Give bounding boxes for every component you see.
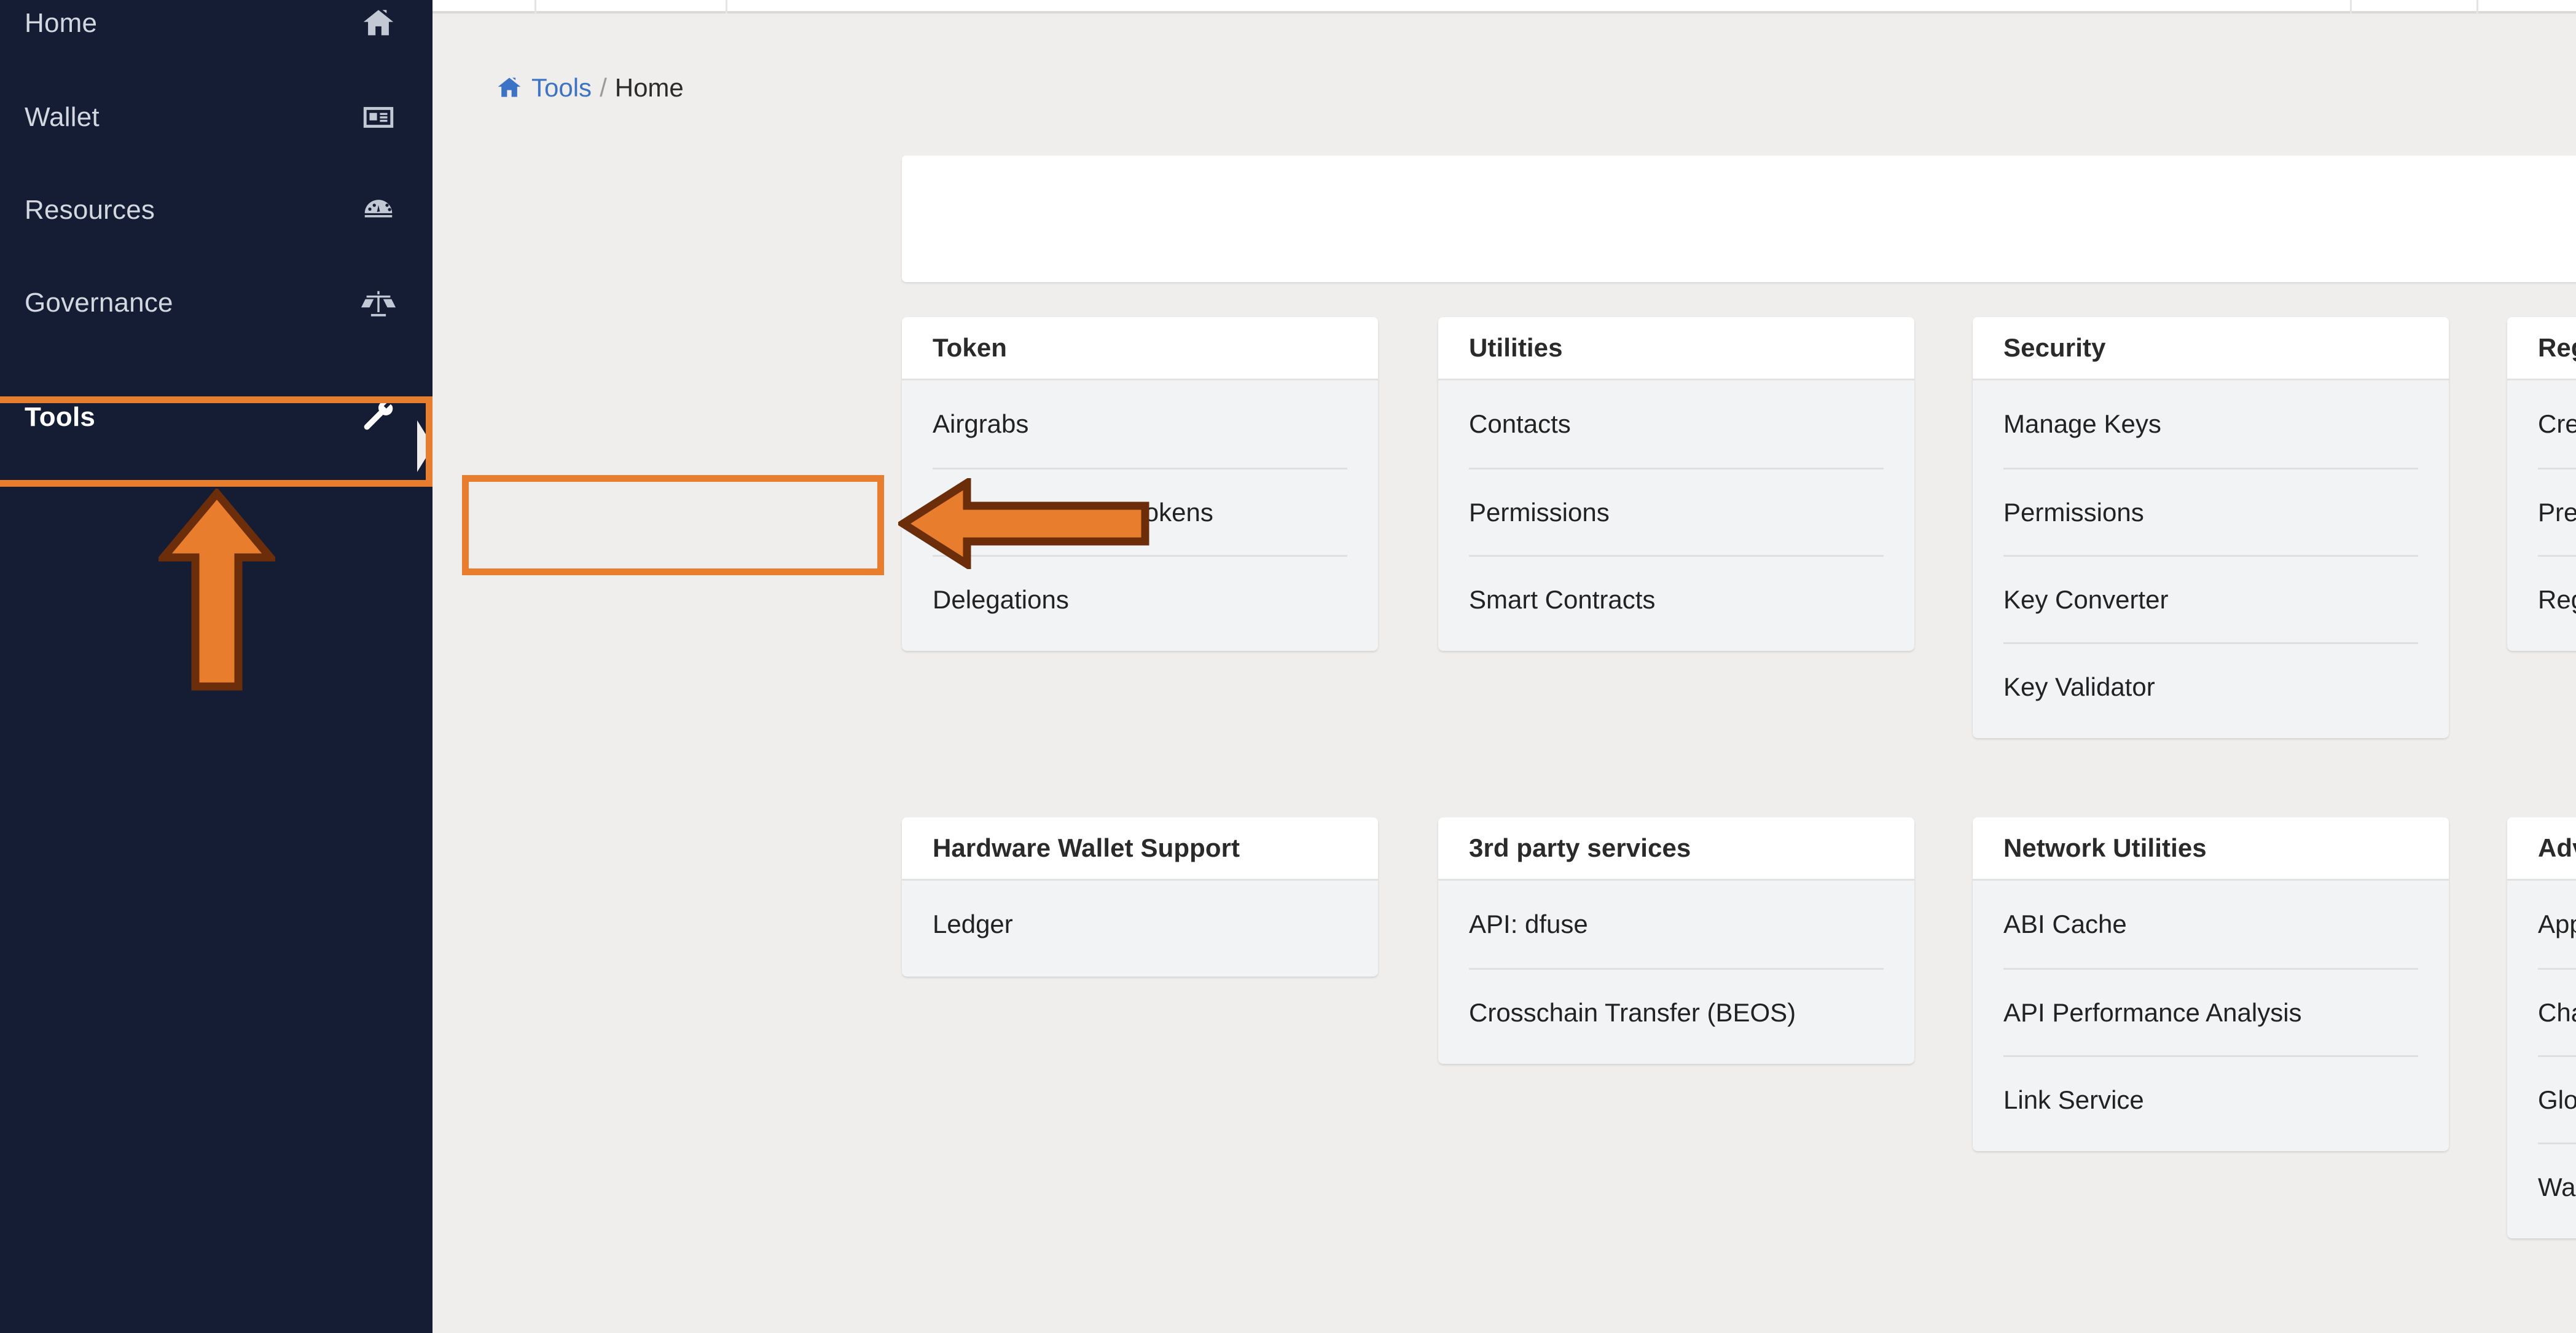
top-strip-divider [2350, 0, 2352, 14]
home-icon [354, 6, 403, 41]
gauge-icon [354, 192, 403, 228]
annotation-arrow-up [155, 487, 279, 694]
card-network-utilities: Network Utilities ABI Cache API Performa… [1973, 817, 2449, 1151]
breadcrumb-separator: / [600, 73, 607, 102]
sidebar-item-tools[interactable]: Tools [0, 348, 433, 486]
card-item-api-dfuse[interactable]: API: dfuse [1469, 881, 1884, 968]
card-utilities: Utilities Contacts Permissions Smart Con… [1438, 317, 1914, 651]
card-title: Token [902, 317, 1378, 380]
sidebar-item-label: Wallet [25, 101, 100, 132]
card-item-chain-state[interactable]: Chain State [2538, 968, 2576, 1055]
card-item-list: API: dfuse Crosschain Transfer (BEOS) [1438, 881, 1914, 1064]
card-title: Network Utilities [1973, 817, 2449, 881]
card-title: Security [1973, 317, 2449, 380]
sidebar-item-wallet[interactable]: Wallet [0, 69, 433, 165]
reset-panel: Reset Application [902, 155, 2576, 282]
card-item-api-performance-analysis[interactable]: API Performance Analysis [2003, 968, 2418, 1055]
card-item-permissions[interactable]: Permissions [1469, 468, 1884, 555]
card-hardware-wallet-support: Hardware Wallet Support Ledger [902, 817, 1378, 977]
top-strip-divider [726, 0, 727, 14]
card-item-smart-contracts[interactable]: Smart Contracts [1469, 555, 1884, 642]
card-item-list: Contacts Permissions Smart Contracts [1438, 380, 1914, 651]
card-title: Registration [2507, 317, 2576, 380]
breadcrumb-current: Home [614, 73, 684, 102]
sidebar-item-label: Tools [25, 401, 96, 432]
card-item-create-account[interactable]: Create Account [2538, 380, 2576, 468]
card-item-register-voting-proxy[interactable]: Register Voting Proxy [2538, 555, 2576, 642]
card-3rd-party-services: 3rd party services API: dfuse Crosschain… [1438, 817, 1914, 1064]
sidebar-item-governance[interactable]: Governance [0, 255, 433, 350]
card-registration: Registration Create Account Premium Name… [2507, 317, 2576, 651]
card-title: Hardware Wallet Support [902, 817, 1378, 881]
sidebar-active-indicator [417, 420, 433, 472]
card-item-contacts[interactable]: Contacts [1469, 380, 1884, 468]
card-advanced-tools: Advanced Tools Appearance Chain State Gl… [2507, 817, 2576, 1238]
home-icon [496, 74, 523, 101]
sidebar-item-label: Governance [25, 287, 173, 318]
balance-scale-icon [354, 285, 403, 321]
card-item-global-state[interactable]: Global State [2538, 1055, 2576, 1142]
sidebar-item-label: Home [25, 7, 98, 38]
top-strip-divider [534, 0, 536, 14]
top-strip-divider [2476, 0, 2478, 14]
card-item-wallet-state[interactable]: Wallet State [2538, 1142, 2576, 1230]
card-item-airgrabs[interactable]: Airgrabs [933, 380, 1347, 468]
card-item-link-service[interactable]: Link Service [2003, 1055, 2418, 1142]
annotation-arrow-left [895, 476, 1150, 572]
card-item-list: ABI Cache API Performance Analysis Link … [1973, 881, 2449, 1151]
card-item-crosschain-transfer-beos[interactable]: Crosschain Transfer (BEOS) [1469, 968, 1884, 1055]
card-security: Security Manage Keys Permissions Key Con… [1973, 317, 2449, 738]
card-item-list: Appearance Chain State Global State Wall… [2507, 881, 2576, 1238]
breadcrumb: Tools / Home [496, 73, 684, 103]
card-item-key-converter[interactable]: Key Converter [2003, 555, 2418, 642]
wrench-icon [354, 399, 403, 435]
card-item-permissions[interactable]: Permissions [2003, 468, 2418, 555]
card-item-list: Create Account Premium Name Bidding Regi… [2507, 380, 2576, 651]
card-title: Utilities [1438, 317, 1914, 380]
card-item-key-validator[interactable]: Key Validator [2003, 642, 2418, 729]
card-item-abi-cache[interactable]: ABI Cache [2003, 881, 2418, 968]
card-item-ledger[interactable]: Ledger [933, 881, 1347, 968]
main-content: Tools / Home Reset Application Token Air… [433, 16, 2576, 1333]
card-item-list: Manage Keys Permissions Key Converter Ke… [1973, 380, 2449, 738]
card-item-manage-keys[interactable]: Manage Keys [2003, 380, 2418, 468]
card-title: 3rd party services [1438, 817, 1914, 881]
card-item-appearance[interactable]: Appearance [2538, 881, 2576, 968]
sidebar-item-resources[interactable]: Resources [0, 162, 433, 258]
sidebar-item-label: Resources [25, 194, 155, 225]
breadcrumb-link-tools[interactable]: Tools [531, 73, 592, 103]
card-item-premium-name-bidding[interactable]: Premium Name Bidding [2538, 468, 2576, 555]
card-title: Advanced Tools [2507, 817, 2576, 881]
sidebar-item-home[interactable]: Home [0, 0, 433, 71]
id-card-icon [354, 100, 403, 135]
card-item-list: Ledger [902, 881, 1378, 977]
